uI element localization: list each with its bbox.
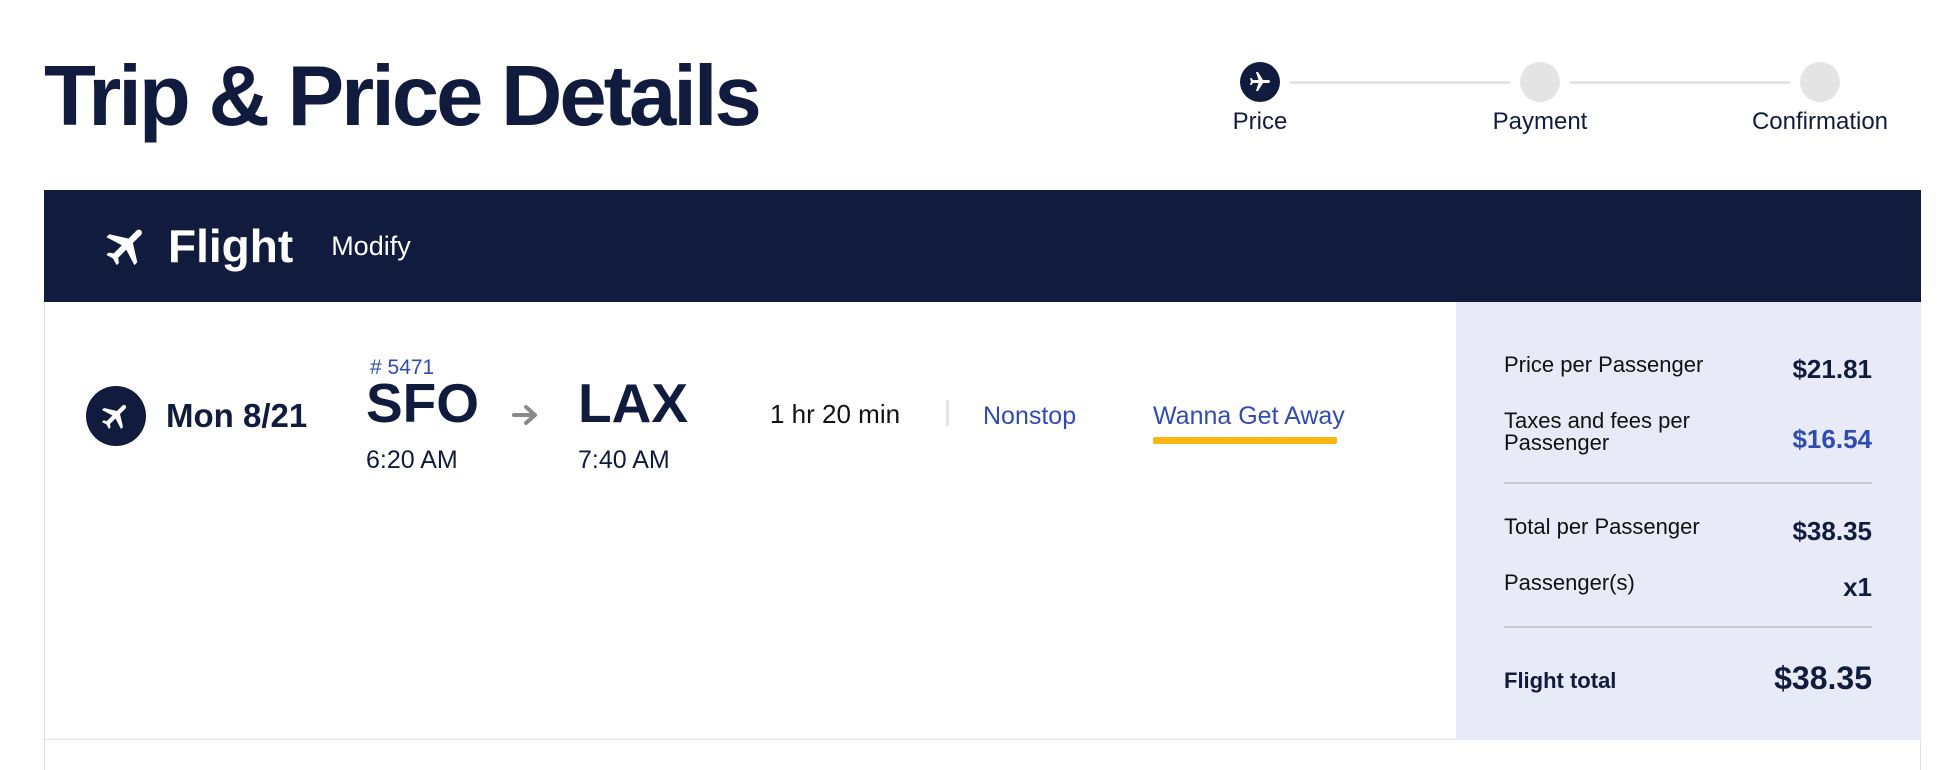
airplane-icon — [101, 404, 127, 430]
step-payment-dot — [1520, 62, 1560, 102]
step-payment-label: Payment — [1492, 108, 1588, 135]
flight-duration: 1 hr 20 min — [770, 399, 901, 429]
step-price-dot — [1240, 62, 1280, 102]
origin-airport-code: SFO — [366, 372, 480, 434]
divider — [946, 400, 949, 426]
airplane-icon — [106, 229, 142, 266]
divider — [1504, 626, 1872, 628]
taxes-row: Taxes and fees per Passenger $16.54 — [1504, 410, 1872, 466]
taxes-label: Taxes and fees per Passenger — [1504, 410, 1690, 454]
arrival-time: 7:40 AM — [578, 446, 670, 474]
flight-total-value: $38.35 — [1774, 660, 1872, 696]
stops-link[interactable]: Nonstop — [983, 402, 1076, 431]
price-per-passenger-label: Price per Passenger — [1504, 352, 1704, 377]
next-section — [44, 740, 1921, 770]
fare-class-link[interactable]: Wanna Get Away — [1153, 402, 1345, 431]
step-price-label: Price — [1232, 108, 1288, 135]
passengers-value: x1 — [1843, 572, 1872, 602]
page-title: Trip & Price Details — [44, 49, 762, 144]
total-per-passenger-value: $38.35 — [1792, 516, 1872, 546]
stepper-track — [1570, 81, 1790, 84]
price-per-passenger-row: Price per Passenger $21.81 — [1504, 352, 1872, 392]
flight-total-label: Flight total — [1504, 668, 1617, 693]
departure-time: 6:20 AM — [366, 446, 458, 474]
flight-date: Mon 8/21 — [166, 397, 308, 434]
divider — [1504, 482, 1872, 484]
arrow-right-icon — [512, 405, 537, 425]
flight-section-header: Flight Modify — [44, 190, 1921, 302]
total-per-passenger-row: Total per Passenger $38.35 — [1504, 514, 1872, 554]
stepper-track — [1290, 81, 1510, 84]
destination-airport-code: LAX — [578, 372, 688, 434]
flight-total-row: Flight total $38.35 — [1504, 660, 1872, 704]
fare-class-underline — [1153, 437, 1337, 444]
passengers-row: Passenger(s) x1 — [1504, 570, 1872, 610]
taxes-value: $16.54 — [1792, 424, 1872, 454]
total-per-passenger-label: Total per Passenger — [1504, 514, 1700, 539]
step-confirmation-dot — [1800, 62, 1840, 102]
taxes-label-line2: Passenger — [1504, 430, 1610, 455]
price-per-passenger-value: $21.81 — [1792, 354, 1872, 384]
progress-stepper: Price Payment Confirmation — [1230, 60, 1890, 140]
step-confirmation-label: Confirmation — [1751, 108, 1889, 135]
passengers-label: Passenger(s) — [1504, 570, 1635, 595]
flight-section-title: Flight — [168, 220, 294, 272]
airplane-icon — [1250, 72, 1270, 91]
modify-link[interactable]: Modify — [331, 231, 411, 262]
flight-badge — [86, 386, 146, 446]
taxes-label-line1: Taxes and fees per — [1504, 408, 1690, 433]
price-summary-panel: Price per Passenger $21.81 Taxes and fee… — [1456, 302, 1921, 740]
